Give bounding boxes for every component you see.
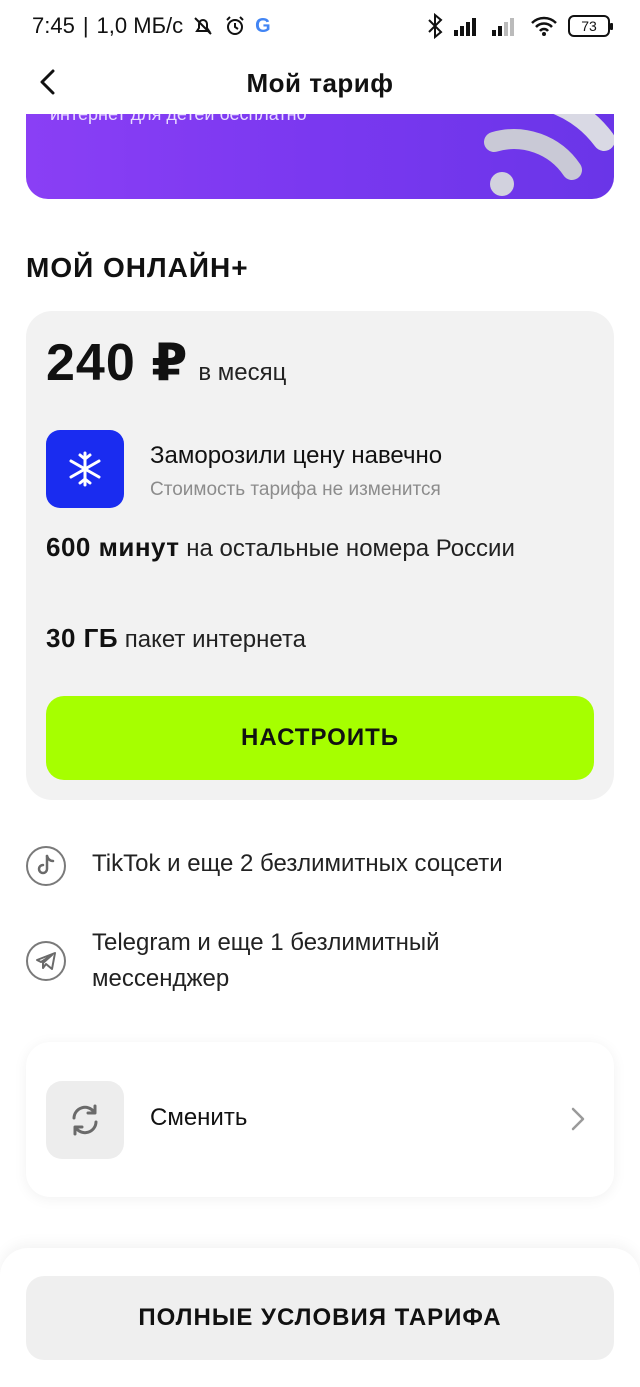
bottom-panel: ПОЛНЫЕ УСЛОВИЯ ТАРИФА [0, 1248, 640, 1387]
status-time: 7:45 [32, 13, 75, 38]
signal-weak-icon [492, 16, 520, 36]
freeze-title: Заморозили цену навечно [150, 442, 443, 469]
minutes-description: на остальные номера России [186, 535, 515, 562]
tariff-card: 240 ₽ в месяц Заморозили цену навечно Ст… [26, 311, 614, 800]
google-icon: G [255, 14, 271, 37]
telegram-icon [26, 941, 66, 981]
perk-tiktok-text: TikTok и еще 2 безлимитных соцсети [92, 850, 503, 877]
status-left: 7:45 | 1,0 МБ/с G [32, 13, 271, 39]
change-tariff-item[interactable]: Сменить [26, 1042, 614, 1197]
wifi-icon [530, 15, 558, 37]
battery-icon: 73 [568, 15, 613, 37]
refresh-icon [46, 1081, 124, 1159]
minutes-feature: 600 минут на остальные номера России [46, 529, 566, 567]
price-period: в месяц [198, 359, 287, 386]
configure-button[interactable]: НАСТРОИТЬ [46, 696, 594, 780]
perk-telegram[interactable]: Telegram и еще 1 безлимитный мессенджер [26, 925, 572, 997]
minutes-value: 600 минут [46, 532, 180, 562]
bluetooth-icon [426, 13, 444, 39]
snowflake-icon [46, 430, 124, 508]
status-right: 73 [426, 13, 613, 39]
tiktok-icon [26, 846, 66, 886]
back-button[interactable] [28, 62, 68, 102]
chevron-right-icon [571, 1107, 585, 1131]
network-speed: 1,0 МБ/с [96, 13, 184, 38]
signal-icon [454, 16, 482, 36]
internet-value: 30 ГБ [46, 623, 119, 653]
muted-bell-icon [191, 14, 215, 38]
internet-description: пакет интернета [124, 626, 307, 653]
full-terms-button[interactable]: ПОЛНЫЕ УСЛОВИЯ ТАРИФА [26, 1276, 614, 1360]
header: Мой тариф [0, 52, 640, 114]
freeze-subtitle: Стоимость тарифа не изменится [150, 479, 441, 500]
page-title: Мой тариф [246, 67, 394, 98]
tariff-name: МОЙ ОНЛАЙН+ [26, 252, 249, 283]
chevron-left-icon [40, 69, 55, 95]
status-separator: | [82, 13, 89, 38]
internet-feature: 30 ГБ пакет интернета [46, 620, 306, 658]
change-label: Сменить [150, 1104, 248, 1131]
price-block: 240 ₽ в месяц [46, 333, 286, 393]
status-bar: 7:45 | 1,0 МБ/с G 73 [0, 0, 640, 52]
price-value: 240 ₽ [46, 334, 189, 392]
perk-tiktok[interactable]: TikTok и еще 2 безлимитных соцсети [26, 846, 572, 886]
perk-telegram-text: Telegram и еще 1 безлимитный мессенджер [92, 929, 440, 992]
alarm-icon [223, 14, 247, 38]
